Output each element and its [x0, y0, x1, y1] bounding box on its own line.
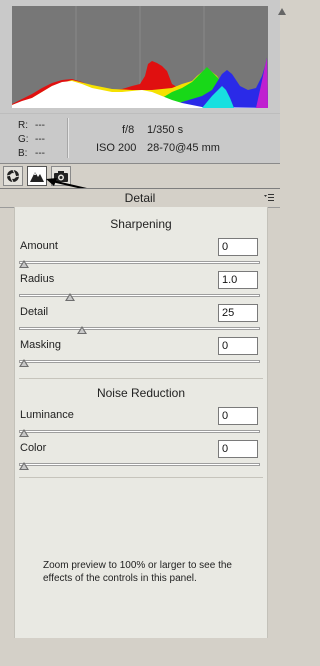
detail-slider-thumb[interactable]: [76, 326, 87, 334]
section-title: Detail: [124, 191, 156, 205]
color-label: Color: [20, 442, 47, 454]
detail-value-field[interactable]: [218, 304, 258, 322]
masking-slider-track[interactable]: [19, 360, 260, 363]
luminance-slider-track[interactable]: [19, 430, 260, 433]
radius-value-field[interactable]: [218, 271, 258, 289]
amount-slider-track[interactable]: [19, 261, 260, 264]
group-divider: [19, 378, 263, 379]
amount-label: Amount: [20, 240, 58, 252]
iso-value: ISO 200: [96, 142, 137, 154]
green-readout: G: ---: [18, 134, 45, 145]
sharpening-title: Sharpening: [110, 217, 172, 231]
readout-divider: [67, 118, 69, 158]
masking-value-field[interactable]: [218, 337, 258, 355]
amount-value-field[interactable]: [218, 238, 258, 256]
amount-slider-thumb[interactable]: [19, 260, 29, 268]
red-readout: R: ---: [18, 120, 45, 131]
radius-label: Radius: [20, 273, 55, 285]
color-slider-thumb[interactable]: [19, 462, 29, 470]
info-readout: R: --- G: --- B: --- f/8 1/350 s ISO 200…: [0, 113, 280, 163]
detail-label: Detail: [20, 306, 49, 318]
tab-basic[interactable]: [3, 166, 23, 186]
aperture-icon: [6, 169, 20, 183]
noise-reduction-title: Noise Reduction: [96, 386, 186, 400]
zoom-hint-text: Zoom preview to 100% or larger to see th…: [43, 560, 232, 584]
radius-slider-track[interactable]: [19, 294, 260, 297]
luminance-label: Luminance: [20, 409, 74, 421]
red-value: ---: [35, 120, 45, 131]
lens-value: 28-70@45 mm: [147, 142, 220, 154]
detail-panel: Sharpening Amount Radius Detail Masking Noi…: [14, 207, 268, 638]
blue-readout: B: ---: [18, 148, 45, 159]
luminance-value-field[interactable]: [218, 407, 258, 425]
luminance-slider-thumb[interactable]: [19, 429, 29, 437]
radius-slider-thumb[interactable]: [65, 293, 76, 301]
mountain-icon: [30, 172, 44, 182]
detail-slider-track[interactable]: [19, 327, 260, 330]
group-divider: [19, 477, 263, 478]
masking-slider-thumb[interactable]: [19, 359, 29, 367]
color-value-field[interactable]: [218, 440, 258, 458]
blue-label: B:: [18, 148, 28, 159]
section-header: Detail: [0, 188, 280, 208]
shutter-value: 1/350 s: [147, 124, 184, 136]
histogram: [0, 0, 286, 113]
green-label: G:: [18, 134, 29, 145]
tab-detail[interactable]: [27, 166, 47, 186]
panel-tabs: [0, 163, 280, 188]
histogram-graph: [12, 6, 268, 108]
color-slider-track[interactable]: [19, 463, 260, 466]
camera-raw-panel: R: --- G: --- B: --- f/8 1/350 s ISO 200…: [0, 0, 286, 666]
blue-value: ---: [35, 148, 45, 159]
aperture-value: f/8: [122, 124, 135, 136]
masking-label: Masking: [20, 339, 61, 351]
red-label: R:: [18, 120, 28, 131]
panel-menu-icon[interactable]: [264, 194, 274, 202]
green-value: ---: [35, 134, 45, 145]
